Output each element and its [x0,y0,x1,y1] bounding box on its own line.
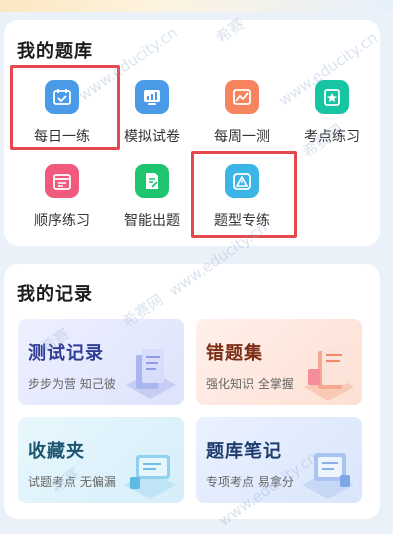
topic-practice-label: 考点练习 [304,129,360,145]
wrong-questions-illustration-icon [304,347,354,401]
weekly-test-label: 每周一测 [214,129,270,145]
favorites-subtitle: 试题考点 无偏漏 [28,475,116,489]
chart-paper-icon [135,80,169,114]
wrong-questions-card[interactable]: 错题集 强化知识 全掌握 [196,319,362,405]
mock-exam-label: 模拟试卷 [124,129,180,145]
bank-notes-subtitle: 专项考点 易拿分 [206,475,294,489]
my-records-title: 我的记录 [17,284,93,305]
sequential-practice-label: 顺序练习 [34,213,90,229]
bank-notes-title: 题库笔记 [206,441,282,462]
question-bank-title: 我的题库 [17,41,93,62]
topic-practice-button[interactable]: 考点练习 [287,80,377,150]
mock-exam-button[interactable]: 模拟试卷 [107,80,197,150]
favorites-title: 收藏夹 [28,441,85,462]
test-records-title: 测试记录 [28,343,104,364]
question-bank-card: 我的题库 每日一练 模拟试卷 每周一测 考点练习 顺序练习 智能出题 题型专练 [4,20,380,246]
highlight-question-type-practice [191,151,297,238]
test-records-card[interactable]: 测试记录 步步为营 知己彼 [18,319,184,405]
test-records-illustration-icon [126,349,176,399]
bank-notes-card[interactable]: 题库笔记 专项考点 易拿分 [196,417,362,503]
edit-document-icon [135,164,169,198]
favorites-illustration-icon [124,455,176,499]
top-banner-edge [0,0,393,12]
bank-notes-illustration-icon [302,453,354,499]
sequential-practice-button[interactable]: 顺序练习 [17,164,107,234]
weekly-test-button[interactable]: 每周一测 [197,80,287,150]
smart-quiz-button[interactable]: 智能出题 [107,164,197,234]
list-calendar-icon [45,164,79,198]
trend-chart-icon [225,80,259,114]
star-clipboard-icon [315,80,349,114]
my-records-card: 我的记录 测试记录 步步为营 知己彼 错题集 强化知识 全掌握 收藏夹 试题考点… [4,264,380,519]
test-records-subtitle: 步步为营 知己彼 [28,377,116,391]
favorites-card[interactable]: 收藏夹 试题考点 无偏漏 [18,417,184,503]
wrong-questions-title: 错题集 [206,343,263,364]
smart-quiz-label: 智能出题 [124,213,180,229]
highlight-daily-practice [10,65,120,150]
wrong-questions-subtitle: 强化知识 全掌握 [206,377,294,391]
